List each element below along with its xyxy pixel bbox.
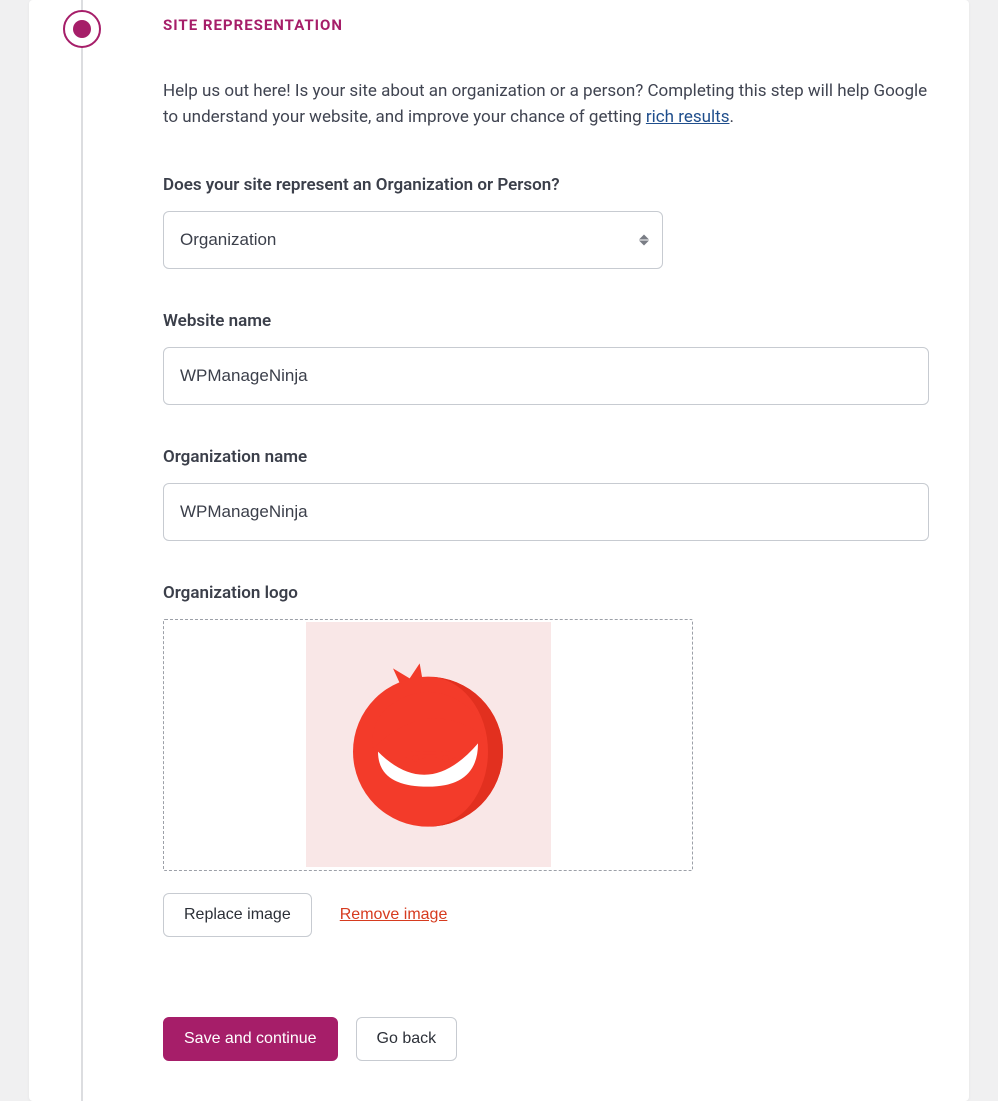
intro-text: Help us out here! Is your site about an … [163,78,929,131]
step-line [81,0,83,1101]
field-type: Does your site represent an Organization… [163,175,929,269]
logo-preview [306,622,551,867]
go-back-button[interactable]: Go back [356,1017,458,1061]
logo-dropzone[interactable] [163,619,693,871]
replace-image-button[interactable]: Replace image [163,893,312,937]
field-website-name: Website name [163,311,929,405]
website-name-input[interactable] [163,347,929,405]
step-marker-dot-icon [73,20,91,38]
field-org-logo: Organization logo [163,583,929,937]
field-org-name: Organization name [163,447,929,541]
type-label: Does your site represent an Organization… [163,175,929,195]
type-select[interactable] [163,211,663,269]
rich-results-link[interactable]: rich results [646,107,730,127]
section-title: SITE REPRESENTATION [163,16,929,34]
org-name-input[interactable] [163,483,929,541]
wizard-card: SITE REPRESENTATION Help us out here! Is… [29,0,969,1101]
type-select-wrap [163,211,663,269]
ninja-logo-icon [328,645,528,845]
step-content: SITE REPRESENTATION Help us out here! Is… [163,0,929,1061]
step-marker [63,10,101,48]
org-name-label: Organization name [163,447,929,467]
logo-actions: Replace image Remove image [163,893,929,937]
intro-suffix: . [730,107,734,127]
save-continue-button[interactable]: Save and continue [163,1017,338,1061]
footer-actions: Save and continue Go back [163,1017,929,1061]
remove-image-link[interactable]: Remove image [340,906,448,924]
org-logo-label: Organization logo [163,583,929,603]
intro-prefix: Help us out here! Is your site about an … [163,81,927,127]
website-name-label: Website name [163,311,929,331]
